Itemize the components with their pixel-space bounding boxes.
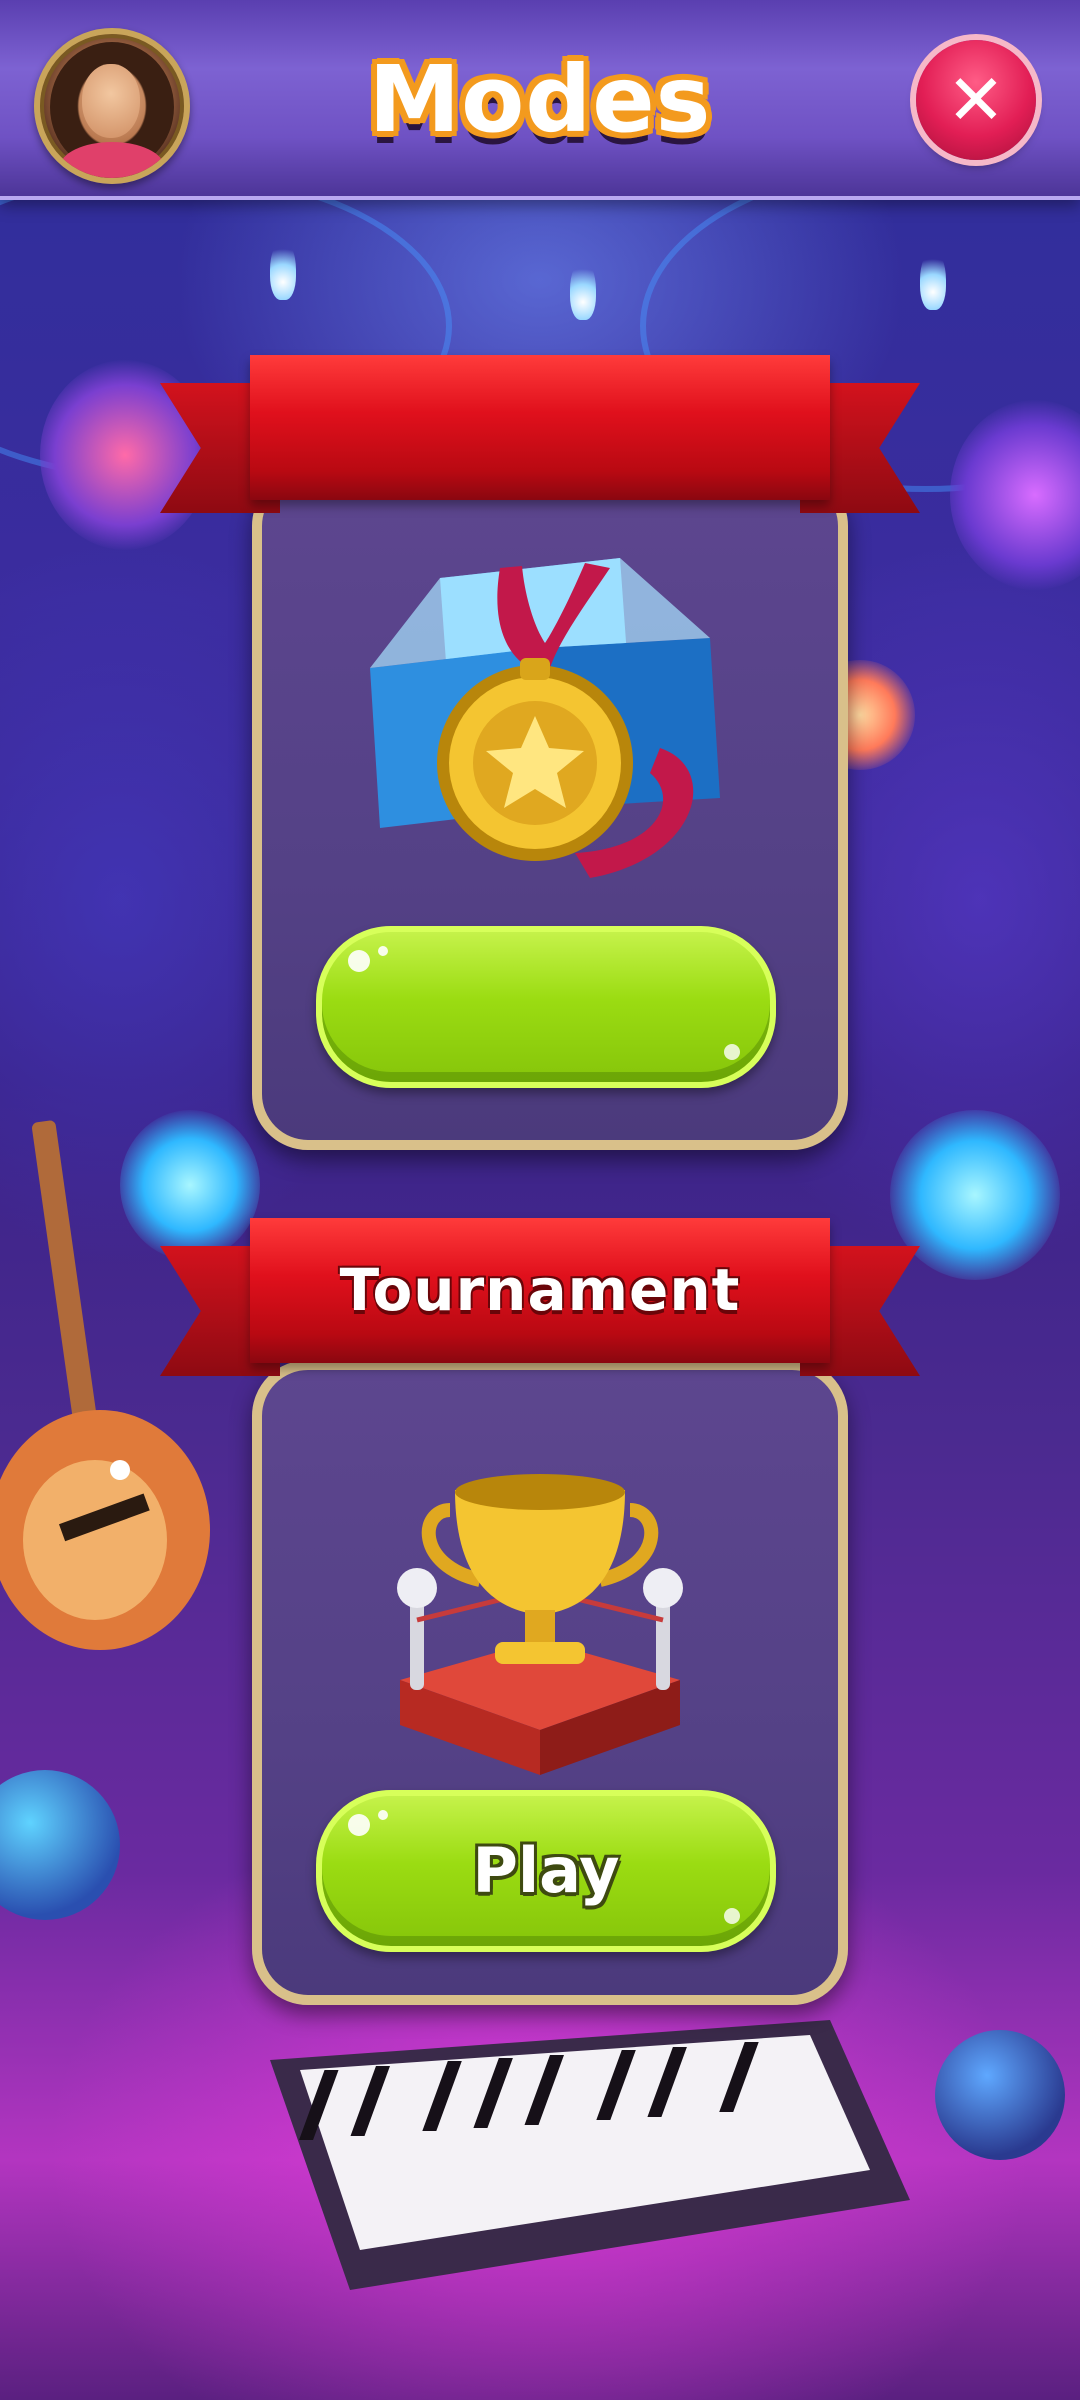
bulb-decoration	[920, 250, 946, 310]
mode-1-play-button[interactable]	[316, 926, 776, 1088]
mode-ribbon-2: Tournament	[160, 1218, 920, 1378]
avatar-shirt	[60, 142, 164, 178]
mode-ribbon-1	[160, 355, 920, 515]
close-icon: ✕	[946, 59, 1006, 141]
top-bar: Modes ✕	[0, 0, 1080, 200]
ball-decoration	[935, 2030, 1065, 2160]
medal-icon	[370, 558, 720, 878]
avatar-face	[82, 64, 140, 138]
ball-decoration	[0, 1770, 120, 1920]
mode-1-button-label	[322, 932, 770, 1082]
ribbon-band	[250, 355, 830, 500]
page-title: Modes	[368, 46, 712, 153]
close-button[interactable]: ✕	[916, 40, 1036, 160]
bulb-decoration	[570, 260, 596, 320]
player-avatar[interactable]	[34, 28, 190, 184]
bulb-decoration	[270, 240, 296, 300]
keyboard-decoration	[270, 2020, 910, 2290]
ribbon-band: Tournament	[250, 1218, 830, 1363]
mode-name-tournament: Tournament	[339, 1256, 741, 1324]
guitar-decoration	[0, 1120, 210, 1650]
play-button-label: Play	[472, 1834, 620, 1907]
play-button[interactable]: Play	[316, 1790, 776, 1952]
trophy-icon	[397, 1474, 683, 1775]
mode-name	[250, 355, 830, 500]
